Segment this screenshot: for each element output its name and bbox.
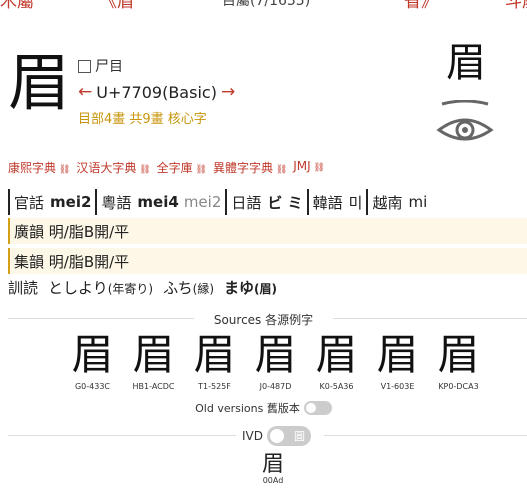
source-glyph-v[interactable]: 眉 V1-603E: [367, 330, 428, 392]
glyph: 眉: [437, 330, 480, 379]
reading-vietnamese: 越南 mi: [366, 189, 431, 215]
reading-label: 日語: [231, 193, 262, 212]
reading-korean: 韓語 미: [306, 189, 367, 215]
reading-label: 粵語: [101, 193, 132, 212]
glyph: 眉: [193, 330, 236, 379]
reading-value: 미: [348, 193, 363, 212]
source-glyphs: 眉 G0-433C 眉 HB1-ACDC 眉 T1-525F 眉 J0-487D 眉 K0…: [62, 330, 489, 392]
old-versions-label: Old versions 舊版本: [195, 402, 300, 415]
reading-value[interactable]: mei2: [50, 193, 91, 211]
glyph-label: T1-525F: [198, 382, 231, 391]
dict-link-quanziku[interactable]: 全字庫: [157, 159, 207, 176]
dict-link-kangxi[interactable]: 康熙字典: [8, 159, 70, 176]
kun-label: 訓読: [8, 279, 39, 297]
guangyun-row: 廣韻 明/脂B開/平: [8, 218, 527, 244]
nav-prev-link[interactable]: 《眉: [100, 0, 134, 12]
glyph: 眉: [132, 330, 175, 379]
reading-value: ビ ミ: [267, 193, 303, 212]
ids-square-icon: [78, 59, 91, 73]
kun-reading-2: ふち(縁): [163, 277, 214, 298]
nav-position: 目屬(7/1635): [222, 0, 311, 9]
glyph: 眉: [261, 452, 284, 477]
reading-value: mi: [408, 193, 428, 211]
nav-next-link[interactable]: 省》: [404, 0, 438, 12]
source-glyph-t[interactable]: 眉 T1-525F: [184, 330, 245, 392]
radical-line: 尸目: [78, 56, 235, 76]
kun-kana: ふち: [163, 279, 193, 297]
reading-japanese: 日語 ビ ミ: [225, 189, 306, 215]
glyph: 眉: [71, 330, 114, 379]
kun-reading-1: としより(年寄り): [48, 277, 153, 298]
divider: [324, 435, 527, 436]
ivd-label: IVD: [242, 429, 263, 443]
reading-alt-value[interactable]: mei2: [184, 193, 222, 211]
ivd-toggle[interactable]: 圓: [267, 426, 311, 446]
glyph-label: J0-487D: [259, 382, 292, 391]
seal-script-glyph: 眉: [446, 40, 486, 86]
reading-label: 官話: [14, 193, 45, 212]
ivd-toggle-text: 圓: [294, 430, 305, 443]
reading-value[interactable]: mei4: [137, 193, 178, 211]
nav-right-link[interactable]: 斗屬: [505, 0, 527, 12]
jiyun-row: 集韻 明/脂B開/平: [8, 248, 527, 274]
nav-left-link[interactable]: 木屬: [0, 0, 34, 12]
ivd-glyph[interactable]: 眉 00Ad: [255, 452, 291, 486]
glyph-label: K0-5A36: [319, 382, 354, 391]
kun-note: (縁): [192, 282, 215, 296]
glyph-label: KP0-DCA3: [438, 382, 479, 391]
source-glyph-g[interactable]: 眉 G0-433C: [62, 330, 123, 392]
seal-eye-icon: [436, 100, 494, 141]
glyph-label: 00Ad: [262, 476, 284, 485]
kun-note: (眉): [254, 282, 278, 296]
kun-kana: としより: [48, 279, 108, 297]
kun-note: (年寄り): [107, 282, 154, 296]
old-versions-toggle[interactable]: [303, 401, 332, 415]
radical-components: 尸目: [95, 59, 123, 75]
dict-link-yiti[interactable]: 異體字字典: [213, 159, 287, 176]
glyph: 眉: [376, 330, 419, 379]
top-nav: 木屬 《眉 目屬(7/1635) 省》 斗屬: [0, 0, 527, 12]
source-glyph-k[interactable]: 眉 K0-5A36: [306, 330, 367, 392]
prev-codepoint-arrow-icon[interactable]: ←: [78, 82, 92, 102]
reading-label: 韓語: [312, 193, 343, 212]
glyph-label: HB1-ACDC: [132, 382, 175, 391]
source-glyph-kp[interactable]: 眉 KP0-DCA3: [428, 330, 489, 392]
kun-reading-3: まゆ(眉): [224, 277, 277, 298]
dict-link-jmj[interactable]: JMJ: [293, 159, 325, 176]
old-versions-row: Old versions 舊版本: [0, 400, 527, 416]
source-glyph-j[interactable]: 眉 J0-487D: [245, 330, 306, 392]
stroke-info[interactable]: 目部4畫 共9畫 核心字: [78, 108, 235, 127]
codepoint-line: ← U+7709(Basic) →: [78, 82, 235, 102]
reading-cantonese: 粵語 mei4 mei2: [95, 189, 225, 215]
codepoint: U+7709(Basic): [96, 82, 217, 102]
kun-readings: 訓読 としより(年寄り) ふち(縁) まゆ(眉): [8, 277, 277, 298]
glyph: 眉: [315, 330, 358, 379]
divider: [8, 435, 236, 436]
sources-title: Sources 各源例字: [213, 313, 314, 327]
ivd-row: IVD 圓: [242, 426, 311, 446]
reading-mandarin: 官話 mei2: [8, 189, 95, 215]
glyph-label: V1-603E: [380, 382, 415, 391]
kun-kana: まゆ: [224, 279, 255, 297]
dict-link-hanyu[interactable]: 汉语大字典: [76, 159, 150, 176]
character-info: 尸目 ← U+7709(Basic) → 目部4畫 共9畫 核心字: [78, 56, 235, 127]
next-codepoint-arrow-icon[interactable]: →: [221, 82, 235, 102]
main-character: 眉: [8, 46, 71, 119]
source-glyph-h[interactable]: 眉 HB1-ACDC: [123, 330, 184, 392]
glyph-label: G0-433C: [74, 382, 111, 391]
readings-row: 官話 mei2 粵語 mei4 mei2 日語 ビ ミ 韓語 미 越南 mi: [8, 189, 431, 215]
glyph: 眉: [254, 330, 297, 379]
dictionary-links: 康熙字典 汉语大字典 全字庫 異體字字典 JMJ: [8, 159, 325, 176]
reading-label: 越南: [372, 193, 403, 212]
